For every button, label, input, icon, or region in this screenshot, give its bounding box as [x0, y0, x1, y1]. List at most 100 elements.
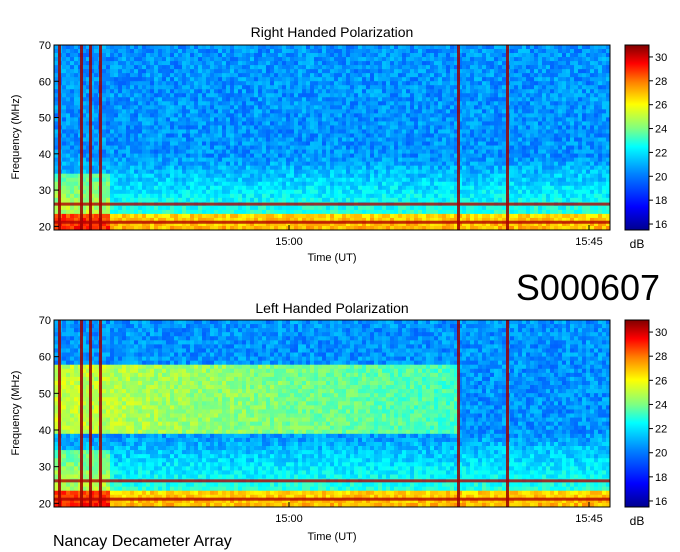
heatmap-cell [210, 101, 215, 106]
heatmap-cell [102, 81, 107, 86]
heatmap-cell [266, 173, 271, 179]
heatmap-cell [122, 77, 127, 82]
heatmap-cell [106, 53, 111, 58]
heatmap-cell [218, 137, 223, 142]
heatmap-cell [226, 173, 231, 179]
heatmap-cell [106, 137, 111, 142]
heatmap-cell [162, 137, 167, 142]
heatmap-cell [510, 105, 515, 110]
heatmap-cell [262, 77, 267, 82]
heatmap-cell [218, 169, 223, 175]
heatmap-cell [518, 45, 523, 50]
heatmap-cell [158, 57, 163, 62]
heatmap-cell [186, 105, 191, 110]
heatmap-cell [74, 93, 79, 98]
heatmap-cell [258, 157, 263, 163]
heatmap-cell [258, 133, 263, 138]
heatmap-cell [322, 169, 327, 175]
heatmap-cell [194, 137, 199, 142]
heatmap-cell [594, 181, 599, 187]
heatmap-cell [94, 129, 99, 134]
heatmap-cell [490, 81, 495, 86]
heatmap-cell [398, 181, 403, 187]
heatmap-cell [162, 97, 167, 102]
heatmap-cell [590, 45, 595, 50]
heatmap-cell [246, 173, 251, 179]
heatmap-cell [318, 53, 323, 58]
heatmap-cell [198, 161, 203, 167]
heatmap-cell [318, 141, 323, 146]
heatmap-cell [426, 93, 431, 98]
heatmap-cell [258, 109, 263, 114]
heatmap-cell [418, 81, 423, 86]
heatmap-cell [326, 65, 331, 70]
heatmap-cell [170, 173, 175, 179]
heatmap-cell [598, 153, 603, 159]
heatmap-cell [414, 157, 419, 163]
heatmap-cell [166, 93, 171, 98]
heatmap-cell [498, 73, 503, 78]
heatmap-cell [318, 85, 323, 90]
heatmap-cell [446, 141, 451, 146]
heatmap-cell [282, 93, 287, 98]
heatmap-cell [394, 69, 399, 74]
heatmap-cell [186, 153, 191, 159]
heatmap-cell [406, 105, 411, 110]
heatmap-cell [374, 173, 379, 179]
heatmap-cell [486, 53, 491, 58]
heatmap-cell [350, 149, 355, 154]
heatmap-cell [226, 137, 231, 142]
heatmap-cell [322, 73, 327, 78]
heatmap-cell [114, 93, 119, 98]
heatmap-cell [386, 181, 391, 187]
heatmap-cell [290, 181, 295, 187]
heatmap-cell [414, 161, 419, 167]
heatmap-cell [206, 137, 211, 142]
heatmap-cell [254, 157, 259, 163]
heatmap-cell [170, 85, 175, 90]
heatmap-cell [418, 125, 423, 130]
heatmap-cell [274, 85, 279, 90]
heatmap-cell [426, 89, 431, 94]
heatmap-cell [482, 157, 487, 163]
heatmap-cell [370, 153, 375, 159]
heatmap-cell [110, 65, 115, 70]
heatmap-cell [174, 93, 179, 98]
heatmap-cell [214, 181, 219, 187]
heatmap-cell [306, 121, 311, 126]
heatmap-cell [438, 49, 443, 54]
heatmap-cell [526, 77, 531, 82]
heatmap-cell [550, 145, 555, 150]
heatmap-cell [290, 49, 295, 54]
heatmap-cell [398, 121, 403, 126]
heatmap-cell [390, 49, 395, 54]
heatmap-cell [134, 133, 139, 138]
heatmap-cell [130, 53, 135, 58]
heatmap-cell [490, 121, 495, 126]
heatmap-cell [530, 125, 535, 130]
heatmap-cell [478, 129, 483, 134]
heatmap-cell [578, 93, 583, 98]
heatmap-cell [542, 57, 547, 62]
heatmap-cell [374, 97, 379, 102]
heatmap-cell [166, 173, 171, 179]
heatmap-cell [322, 133, 327, 138]
heatmap-cell [374, 149, 379, 154]
heatmap-cell [242, 137, 247, 142]
heatmap-cell [302, 165, 307, 171]
heatmap-cell [442, 101, 447, 106]
heatmap-cell [238, 57, 243, 62]
heatmap-cell [538, 109, 543, 114]
heatmap-cell [534, 121, 539, 126]
heatmap-cell [146, 53, 151, 58]
heatmap-cell [122, 149, 127, 154]
heatmap-cell [214, 161, 219, 167]
heatmap-cell [394, 105, 399, 110]
heatmap-cell [166, 69, 171, 74]
heatmap-cell [346, 165, 351, 171]
heatmap-cell [410, 177, 415, 183]
heatmap-cell [514, 81, 519, 86]
heatmap-cell [422, 49, 427, 54]
heatmap-cell [150, 93, 155, 98]
heatmap-cell [206, 153, 211, 159]
